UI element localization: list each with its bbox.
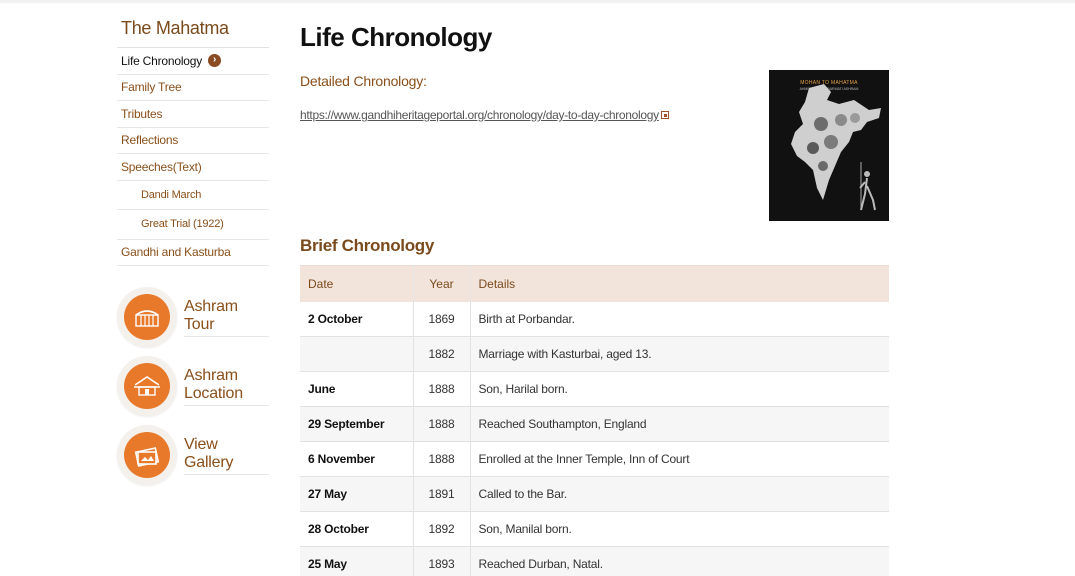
sidebar-item-label: Dandi March (141, 188, 202, 201)
cell-details: Reached Durban, Natal. (470, 546, 889, 576)
table-row: 29 September 1888 Reached Southampton, E… (300, 406, 889, 442)
cell-details: Reached Southampton, England (470, 406, 889, 442)
sidebar-item-family-tree[interactable]: Family Tree (117, 75, 269, 101)
cell-details: Enrolled at the Inner Temple, Inn of Cou… (470, 441, 889, 477)
promo-label-line2: Gallery (184, 453, 234, 471)
india-map-collage-icon (791, 84, 881, 211)
cell-year: 1891 (413, 476, 471, 512)
cell-date: 28 October (300, 511, 414, 547)
ashram-tour-button[interactable]: Ashram Tour (117, 286, 269, 348)
promo-label-line1: Ashram (184, 366, 238, 384)
promo-label-line2: Location (184, 384, 243, 402)
view-gallery-button[interactable]: View Gallery (117, 424, 269, 486)
cell-year: 1888 (413, 371, 471, 407)
sidebar-item-tributes[interactable]: Tributes (117, 101, 269, 128)
promo-badge (117, 425, 177, 485)
column-header-year: Year (413, 265, 471, 302)
cell-date: 2 October (300, 301, 414, 337)
ashram-location-button[interactable]: Ashram Location (117, 355, 269, 417)
column-header-date: Date (300, 265, 414, 302)
sidebar-item-label: Family Tree (121, 80, 182, 95)
cell-details: Called to the Bar. (470, 476, 889, 512)
promo-label: Ashram Location (184, 367, 269, 406)
promo-label-line1: View (184, 435, 218, 453)
sidebar-item-speeches[interactable]: Speeches(Text) (117, 154, 269, 181)
promo-label: Ashram Tour (184, 298, 269, 337)
sidebar-item-gandhi-and-kasturba[interactable]: Gandhi and Kasturba (117, 240, 269, 266)
table-row: June 1888 Son, Harilal born. (300, 371, 889, 407)
sidebar-nav: Life Chronology › Family Tree Tributes R… (117, 48, 269, 266)
promo-badge (117, 356, 177, 416)
promo-label-line1: Ashram (184, 297, 238, 315)
sidebar-item-label: Life Chronology (121, 53, 203, 68)
sidebar-item-label: Great Trial (1922) (141, 218, 224, 231)
table-row: 27 May 1891 Called to the Bar. (300, 476, 889, 512)
cell-date: 29 September (300, 406, 414, 442)
promo-label: View Gallery (184, 436, 269, 475)
chronology-table: Date Year Details 2 October 1869 Birth a… (300, 265, 889, 576)
cell-details: Son, Manilal born. (470, 511, 889, 547)
sidebar-item-label: Reflections (121, 133, 179, 148)
external-link-icon (660, 111, 669, 119)
cell-year: 1888 (413, 441, 471, 477)
chevron-right-icon: › (208, 54, 222, 68)
sidebar-title: The Mahatma (117, 14, 269, 48)
link-text: https://www.gandhiheritageportal.org/chr… (300, 108, 659, 122)
brief-chronology-heading: Brief Chronology (300, 236, 435, 255)
cell-year: 1882 (413, 336, 471, 372)
cell-year: 1888 (413, 406, 471, 442)
cell-year: 1892 (413, 511, 471, 547)
top-divider (0, 0, 1075, 3)
table-row: 6 November 1888 Enrolled at the Inner Te… (300, 441, 889, 477)
page-title: Life Chronology (300, 22, 492, 52)
cell-date: June (300, 371, 414, 407)
table-row: 25 May 1893 Reached Durban, Natal. (300, 546, 889, 576)
table-header-row: Date Year Details (300, 265, 889, 302)
cell-details: Marriage with Kasturbai, aged 13. (470, 336, 889, 372)
cell-details: Birth at Porbandar. (470, 301, 889, 337)
detailed-chronology-heading: Detailed Chronology: (300, 73, 427, 89)
cell-year: 1893 (413, 546, 471, 576)
sidebar-item-label: Gandhi and Kasturba (121, 245, 231, 260)
sidebar-item-life-chronology[interactable]: Life Chronology › (117, 48, 269, 75)
sidebar-item-label: Tributes (121, 106, 163, 121)
cell-date: 6 November (300, 441, 414, 477)
table-row: 1882 Marriage with Kasturbai, aged 13. (300, 336, 889, 372)
promo-label-line2: Tour (184, 315, 215, 333)
promo-badge (117, 287, 177, 347)
table-row: 2 October 1869 Birth at Porbandar. (300, 301, 889, 337)
cell-date: 25 May (300, 546, 414, 576)
gate-icon (124, 294, 170, 340)
sidebar-item-reflections[interactable]: Reflections (117, 128, 269, 154)
sidebar-item-dandi-march[interactable]: Dandi March (117, 181, 269, 210)
hut-icon (124, 363, 170, 409)
sidebar-item-great-trial[interactable]: Great Trial (1922) (117, 210, 269, 240)
cell-details: Son, Harilal born. (470, 371, 889, 407)
column-header-details: Details (470, 265, 889, 302)
cell-year: 1869 (413, 301, 471, 337)
table-row: 28 October 1892 Son, Manilal born. (300, 511, 889, 547)
book-cover-image[interactable]: MOHAN TO MAHATMA AHMEDABAD SABARMATI ASH… (769, 70, 889, 221)
gallery-icon (124, 432, 170, 478)
detailed-chronology-link[interactable]: https://www.gandhiheritageportal.org/chr… (300, 108, 669, 122)
sidebar-item-label: Speeches(Text) (121, 159, 202, 174)
cell-date: 27 May (300, 476, 414, 512)
cell-date (300, 336, 414, 372)
sidebar: The Mahatma Life Chronology › Family Tre… (117, 14, 269, 266)
